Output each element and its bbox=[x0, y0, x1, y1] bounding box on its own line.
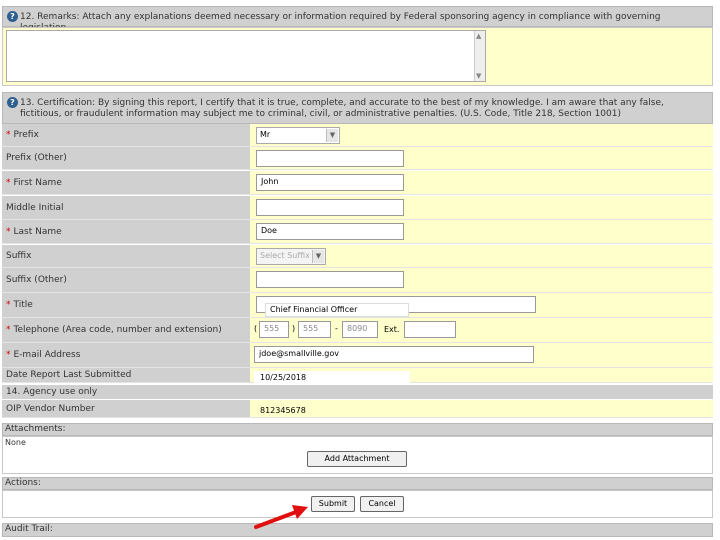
suffix-other-row: Suffix (Other) bbox=[2, 268, 713, 293]
remarks-textarea[interactable]: ▲ ▼ bbox=[6, 30, 486, 82]
attachments-panel: None Add Attachment bbox=[2, 436, 713, 474]
help-icon[interactable]: ? bbox=[7, 11, 18, 22]
remarks-area: ▲ ▼ bbox=[2, 27, 713, 86]
help-icon[interactable]: ? bbox=[7, 97, 18, 108]
cancel-button[interactable]: Cancel bbox=[360, 496, 404, 512]
middle-initial-row: Middle Initial bbox=[2, 196, 713, 220]
remarks-scrollbar[interactable]: ▲ ▼ bbox=[474, 31, 485, 81]
required-marker: * bbox=[6, 177, 11, 188]
required-marker: * bbox=[6, 325, 11, 335]
phone-dash: - bbox=[335, 324, 338, 333]
area-close-paren: ) bbox=[292, 324, 296, 333]
email-row: * E-mail Address jdoe@smallville.gov bbox=[2, 343, 713, 368]
title-label: Title bbox=[13, 300, 33, 310]
prefix-label: Prefix bbox=[13, 130, 39, 140]
prefix-select[interactable]: Mr ▼ bbox=[256, 127, 340, 144]
extension-label: Ext. bbox=[384, 325, 400, 334]
audit-trail-heading: Audit Trail: bbox=[2, 523, 713, 537]
extension-input[interactable] bbox=[404, 321, 456, 338]
area-open-paren: ( bbox=[254, 324, 258, 333]
last-name-label: Last Name bbox=[13, 226, 62, 237]
pointer-arrow-icon bbox=[254, 505, 308, 529]
suffix-other-input[interactable] bbox=[256, 271, 404, 288]
attachments-heading: Attachments: bbox=[2, 423, 713, 436]
middle-initial-label: Middle Initial bbox=[6, 202, 64, 213]
required-marker: * bbox=[6, 130, 11, 140]
suffix-select[interactable]: Select Suffix ▼ bbox=[256, 248, 326, 265]
agency-heading: 14. Agency use only bbox=[6, 387, 98, 397]
email-input[interactable]: jdoe@smallville.gov bbox=[254, 346, 534, 363]
suffix-label: Suffix bbox=[6, 251, 32, 261]
remarks-heading: ? 12. Remarks: Attach any explanations d… bbox=[2, 6, 713, 33]
chevron-down-icon: ▼ bbox=[312, 250, 324, 263]
chevron-down-icon: ▼ bbox=[326, 129, 338, 142]
prefix-row: * Prefix Mr ▼ bbox=[2, 124, 713, 147]
date-submitted-label: Date Report Last Submitted bbox=[6, 370, 132, 380]
first-name-label: First Name bbox=[13, 177, 62, 188]
phone-prefix-input[interactable]: 555 bbox=[298, 321, 331, 338]
certification-heading: ? 13. Certification: By signing this rep… bbox=[2, 92, 713, 124]
add-attachment-button[interactable]: Add Attachment bbox=[307, 451, 407, 467]
actions-heading: Actions: bbox=[2, 477, 713, 490]
required-marker: * bbox=[6, 350, 11, 360]
title-autocomplete[interactable]: Chief Financial Officer bbox=[265, 303, 409, 317]
attachments-value: None bbox=[5, 438, 26, 447]
required-marker: * bbox=[6, 300, 11, 310]
submit-button[interactable]: Submit bbox=[311, 496, 355, 512]
scroll-down-icon[interactable]: ▼ bbox=[476, 72, 481, 80]
telephone-row: * Telephone (Area code, number and extens… bbox=[2, 318, 713, 343]
agency-heading-row: 14. Agency use only bbox=[2, 385, 713, 399]
scroll-up-icon[interactable]: ▲ bbox=[476, 32, 481, 40]
prefix-other-row: Prefix (Other) bbox=[2, 147, 713, 170]
date-submitted-value: 10/25/2018 bbox=[254, 371, 410, 385]
title-input[interactable]: Chief Financial Officer bbox=[256, 296, 536, 317]
telephone-label: Telephone (Area code, number and extensi… bbox=[13, 325, 222, 335]
vendor-number-value: 812345678 bbox=[260, 406, 306, 415]
title-row: * Title Chief Financial Officer bbox=[2, 293, 713, 318]
email-label: E-mail Address bbox=[13, 350, 81, 360]
first-name-row: * First Name John bbox=[2, 171, 713, 195]
prefix-other-label: Prefix (Other) bbox=[6, 153, 67, 163]
phone-line-input[interactable]: 8090 bbox=[342, 321, 378, 338]
vendor-number-row: OIP Vendor Number 812345678 bbox=[2, 400, 713, 418]
actions-panel: Submit Cancel bbox=[2, 490, 713, 518]
area-code-input[interactable]: 555 bbox=[259, 321, 289, 338]
middle-initial-input[interactable] bbox=[256, 199, 404, 216]
first-name-input[interactable]: John bbox=[256, 174, 404, 191]
required-marker: * bbox=[6, 226, 11, 237]
last-name-row: * Last Name Doe bbox=[2, 220, 713, 244]
suffix-row: Suffix Select Suffix ▼ bbox=[2, 245, 713, 268]
date-submitted-row: Date Report Last Submitted 10/25/2018 bbox=[2, 368, 713, 385]
suffix-other-label: Suffix (Other) bbox=[6, 275, 67, 285]
vendor-number-label: OIP Vendor Number bbox=[6, 403, 95, 414]
prefix-other-input[interactable] bbox=[256, 150, 404, 167]
last-name-input[interactable]: Doe bbox=[256, 223, 404, 240]
